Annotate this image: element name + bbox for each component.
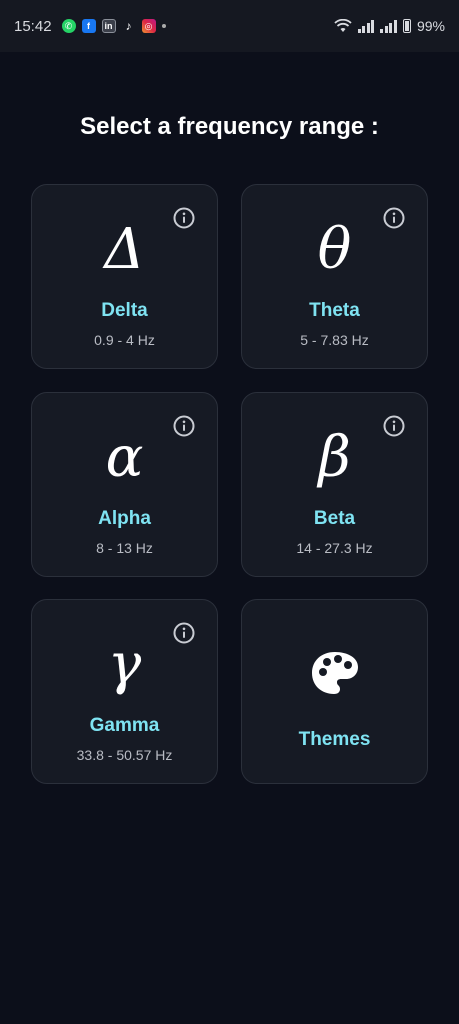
palette-icon — [311, 652, 358, 694]
greek-symbol-beta: β — [318, 425, 351, 490]
status-right: 99% — [334, 18, 445, 34]
greek-symbol-theta: θ — [317, 217, 352, 282]
tiktok-icon: ♪ — [125, 19, 132, 33]
themes-label: Themes — [298, 729, 371, 750]
card-name: Theta — [309, 300, 360, 321]
page-title: Select a frequency range : — [80, 113, 379, 140]
instagram-icon: ◎ — [141, 19, 156, 33]
battery-icon — [402, 19, 411, 33]
facebook-icon: f — [81, 19, 96, 33]
card-name: Gamma — [89, 715, 160, 736]
linkedin-icon: in — [101, 19, 116, 33]
status-time: 15:42 — [14, 17, 52, 35]
card-name: Delta — [101, 300, 148, 321]
greek-symbol-alpha: α — [105, 425, 144, 490]
card-range: 8 - 13 Hz — [96, 540, 153, 556]
more-notifications-icon — [161, 24, 166, 28]
card-range: 5 - 7.83 Hz — [300, 332, 369, 348]
card-alpha[interactable]: α Alpha 8 - 13 Hz — [31, 392, 218, 577]
greek-symbol-gamma: γ — [107, 632, 142, 697]
signal-icon — [357, 19, 375, 33]
status-left: 15:42 ✆ f in ♪ ◎ — [14, 18, 166, 35]
battery-percent: 99% — [416, 18, 445, 34]
themes-button[interactable]: Themes — [241, 599, 428, 784]
card-range: 14 - 27.3 Hz — [296, 540, 373, 556]
card-name: Alpha — [98, 508, 151, 529]
card-beta[interactable]: β Beta 14 - 27.3 Hz — [241, 392, 428, 577]
signal-icon-2 — [380, 19, 397, 33]
card-range: 33.8 - 50.57 Hz — [76, 747, 173, 763]
card-theta[interactable]: θ Theta 5 - 7.83 Hz — [241, 184, 428, 369]
card-delta[interactable]: Δ Delta 0.9 - 4 Hz — [31, 184, 218, 369]
card-name: Beta — [313, 508, 356, 529]
whatsapp-icon: ✆ — [61, 19, 76, 33]
wifi-icon — [334, 19, 352, 32]
card-range: 0.9 - 4 Hz — [94, 332, 155, 348]
greek-symbol-delta: Δ — [104, 217, 145, 282]
status-bar: 15:42 ✆ f in ♪ ◎ 99% — [0, 0, 459, 52]
card-gamma[interactable]: γ Gamma 33.8 - 50.57 Hz — [31, 599, 218, 784]
